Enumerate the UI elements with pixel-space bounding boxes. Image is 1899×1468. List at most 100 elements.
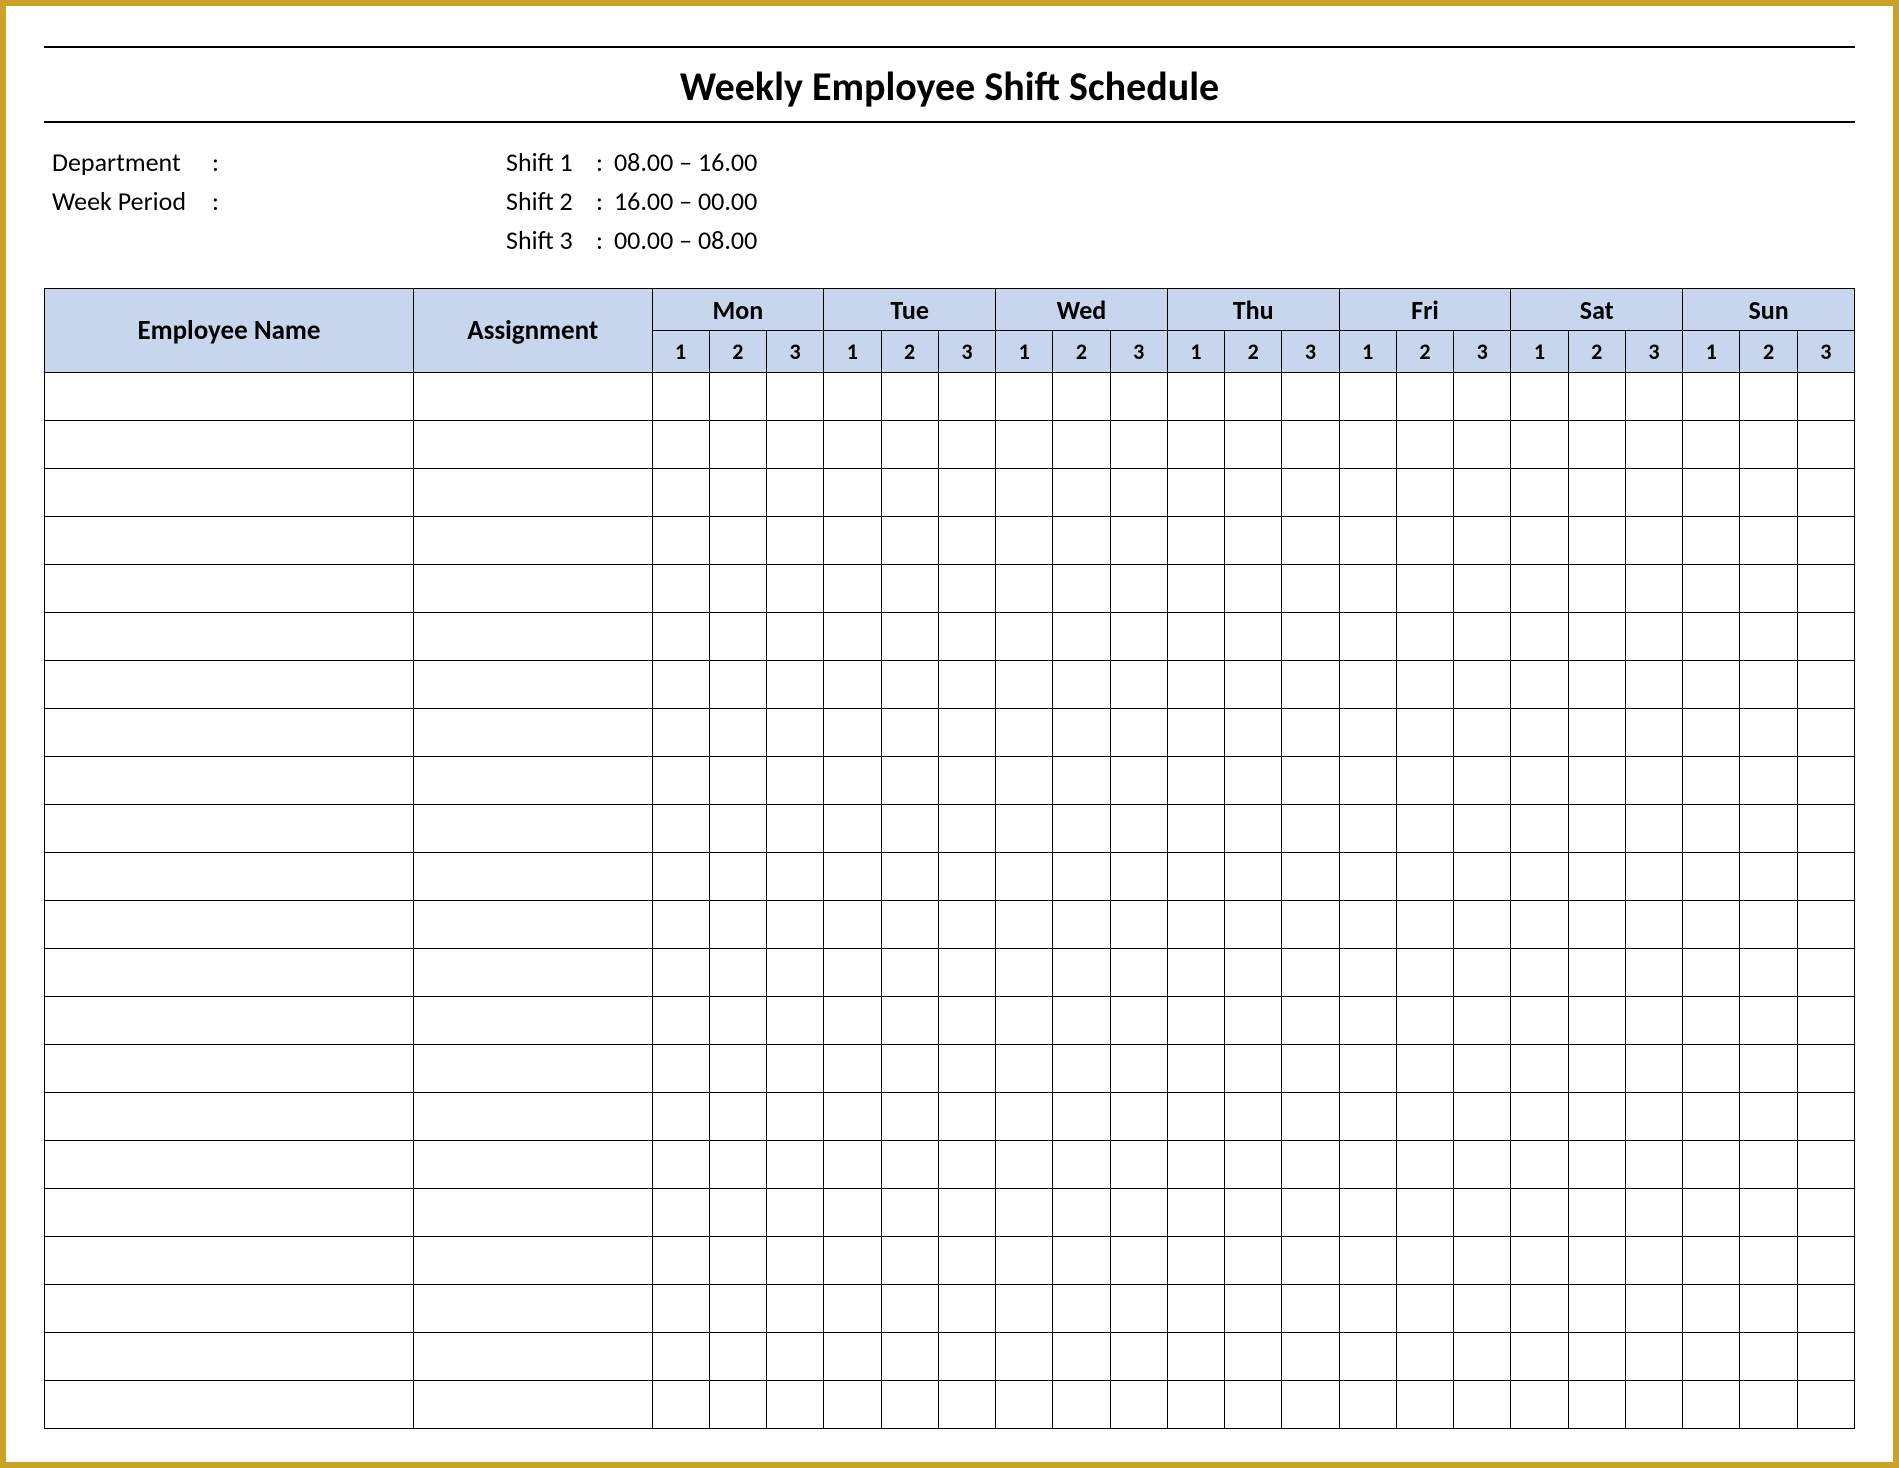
shift-cell[interactable]: [996, 661, 1053, 709]
shift-cell[interactable]: [652, 1237, 709, 1285]
shift-cell[interactable]: [1683, 1189, 1740, 1237]
shift-cell[interactable]: [1339, 661, 1396, 709]
shift-cell[interactable]: [881, 1333, 938, 1381]
shift-cell[interactable]: [824, 1093, 881, 1141]
shift-cell[interactable]: [1053, 805, 1110, 853]
shift-cell[interactable]: [652, 901, 709, 949]
shift-cell[interactable]: [1167, 421, 1224, 469]
shift-cell[interactable]: [1511, 1333, 1568, 1381]
shift-cell[interactable]: [1110, 1237, 1167, 1285]
shift-cell[interactable]: [1568, 1333, 1625, 1381]
shift-cell[interactable]: [1053, 1333, 1110, 1381]
shift-cell[interactable]: [1167, 1381, 1224, 1429]
shift-cell[interactable]: [1568, 949, 1625, 997]
shift-cell[interactable]: [652, 805, 709, 853]
shift-cell[interactable]: [1053, 421, 1110, 469]
shift-cell[interactable]: [1683, 1045, 1740, 1093]
assignment-cell[interactable]: [413, 949, 652, 997]
shift-cell[interactable]: [652, 1189, 709, 1237]
shift-cell[interactable]: [1625, 853, 1682, 901]
shift-cell[interactable]: [1396, 709, 1453, 757]
shift-cell[interactable]: [1797, 1141, 1854, 1189]
shift-cell[interactable]: [1454, 661, 1511, 709]
shift-cell[interactable]: [1396, 901, 1453, 949]
shift-cell[interactable]: [1110, 1093, 1167, 1141]
shift-cell[interactable]: [1110, 1045, 1167, 1093]
shift-cell[interactable]: [1511, 853, 1568, 901]
shift-cell[interactable]: [1568, 565, 1625, 613]
shift-cell[interactable]: [1225, 1141, 1282, 1189]
shift-cell[interactable]: [1740, 565, 1797, 613]
shift-cell[interactable]: [1167, 757, 1224, 805]
shift-cell[interactable]: [1225, 421, 1282, 469]
shift-cell[interactable]: [1511, 901, 1568, 949]
shift-cell[interactable]: [1625, 949, 1682, 997]
shift-cell[interactable]: [1797, 709, 1854, 757]
shift-cell[interactable]: [709, 1141, 766, 1189]
shift-cell[interactable]: [1282, 661, 1339, 709]
shift-cell[interactable]: [1110, 1381, 1167, 1429]
shift-cell[interactable]: [1225, 1093, 1282, 1141]
shift-cell[interactable]: [1625, 805, 1682, 853]
shift-cell[interactable]: [1225, 469, 1282, 517]
shift-cell[interactable]: [767, 805, 824, 853]
shift-cell[interactable]: [1683, 373, 1740, 421]
shift-cell[interactable]: [1110, 853, 1167, 901]
shift-cell[interactable]: [1396, 1381, 1453, 1429]
shift-cell[interactable]: [1625, 901, 1682, 949]
shift-cell[interactable]: [1110, 1285, 1167, 1333]
shift-cell[interactable]: [1683, 805, 1740, 853]
shift-cell[interactable]: [1625, 1285, 1682, 1333]
shift-cell[interactable]: [1511, 709, 1568, 757]
shift-cell[interactable]: [1568, 1141, 1625, 1189]
shift-cell[interactable]: [1625, 469, 1682, 517]
shift-cell[interactable]: [1282, 757, 1339, 805]
shift-cell[interactable]: [1683, 1333, 1740, 1381]
shift-cell[interactable]: [767, 709, 824, 757]
shift-cell[interactable]: [938, 1381, 995, 1429]
shift-cell[interactable]: [1683, 901, 1740, 949]
shift-cell[interactable]: [1797, 853, 1854, 901]
shift-cell[interactable]: [1339, 1093, 1396, 1141]
shift-cell[interactable]: [996, 613, 1053, 661]
shift-cell[interactable]: [1683, 1141, 1740, 1189]
shift-cell[interactable]: [1110, 373, 1167, 421]
assignment-cell[interactable]: [413, 997, 652, 1045]
employee-name-cell[interactable]: [45, 901, 414, 949]
shift-cell[interactable]: [1396, 1333, 1453, 1381]
shift-cell[interactable]: [1625, 421, 1682, 469]
shift-cell[interactable]: [824, 1045, 881, 1093]
employee-name-cell[interactable]: [45, 373, 414, 421]
shift-cell[interactable]: [938, 1285, 995, 1333]
shift-cell[interactable]: [1625, 1141, 1682, 1189]
shift-cell[interactable]: [1797, 373, 1854, 421]
shift-cell[interactable]: [767, 1333, 824, 1381]
shift-cell[interactable]: [767, 661, 824, 709]
shift-cell[interactable]: [996, 1237, 1053, 1285]
shift-cell[interactable]: [1511, 1285, 1568, 1333]
shift-cell[interactable]: [1797, 1381, 1854, 1429]
shift-cell[interactable]: [1454, 901, 1511, 949]
shift-cell[interactable]: [1339, 757, 1396, 805]
shift-cell[interactable]: [1740, 613, 1797, 661]
shift-cell[interactable]: [1282, 1093, 1339, 1141]
shift-cell[interactable]: [709, 757, 766, 805]
shift-cell[interactable]: [1396, 469, 1453, 517]
shift-cell[interactable]: [1454, 613, 1511, 661]
shift-cell[interactable]: [1740, 373, 1797, 421]
assignment-cell[interactable]: [413, 757, 652, 805]
shift-cell[interactable]: [1396, 661, 1453, 709]
shift-cell[interactable]: [1683, 1381, 1740, 1429]
shift-cell[interactable]: [1110, 1141, 1167, 1189]
shift-cell[interactable]: [1568, 517, 1625, 565]
assignment-cell[interactable]: [413, 805, 652, 853]
shift-cell[interactable]: [938, 373, 995, 421]
shift-cell[interactable]: [1053, 613, 1110, 661]
shift-cell[interactable]: [824, 1381, 881, 1429]
shift-cell[interactable]: [1282, 613, 1339, 661]
shift-cell[interactable]: [938, 661, 995, 709]
shift-cell[interactable]: [1683, 1093, 1740, 1141]
shift-cell[interactable]: [1282, 565, 1339, 613]
shift-cell[interactable]: [881, 1093, 938, 1141]
shift-cell[interactable]: [652, 853, 709, 901]
